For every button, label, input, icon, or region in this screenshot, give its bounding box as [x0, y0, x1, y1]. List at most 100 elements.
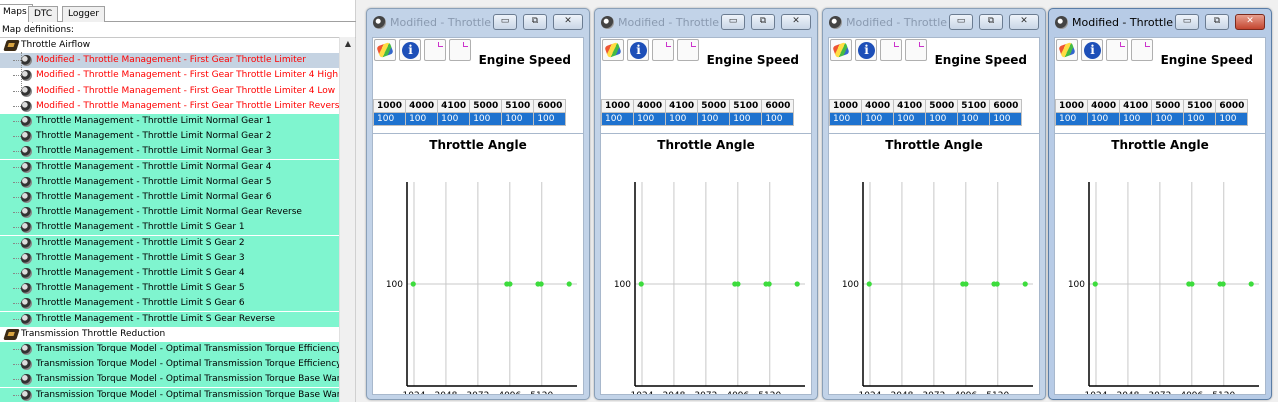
restore-button[interactable]: ⧉ [751, 14, 775, 30]
grid-value-row[interactable]: 100 100 100 100 100 100 [600, 112, 795, 126]
paint-icon[interactable] [830, 39, 852, 61]
grid-value-cell[interactable]: 100 [1151, 112, 1185, 126]
data-point[interactable] [866, 281, 872, 287]
data-point[interactable] [507, 281, 513, 287]
grid-value-cell[interactable]: 100 [1183, 112, 1217, 126]
map-grid[interactable]: 1000 4000 4100 5000 5100 6000 100 100 100 100 100… [828, 99, 1023, 126]
map-window[interactable]: Modified - Throttle ... ▭ ⧉ ✕ Engine Spe… [366, 8, 590, 400]
map-grid[interactable]: 1000 4000 4100 5000 5100 6000 100 100 100 100 100… [1054, 99, 1249, 126]
restore-button[interactable]: ⧉ [1205, 14, 1229, 30]
grid-value-cell[interactable]: 100 [533, 112, 567, 126]
data-point[interactable] [1248, 281, 1254, 287]
map-grid[interactable]: 1000 4000 4100 5000 5100 6000 100 100 100 100 100… [600, 99, 795, 126]
blank-document-icon[interactable] [677, 39, 699, 61]
minimize-button[interactable]: ▭ [721, 14, 745, 30]
tree-item[interactable]: Modified - Throttle Management - First G… [0, 84, 340, 99]
grid-value-cell[interactable]: 100 [729, 112, 763, 126]
close-button[interactable]: ✕ [781, 14, 811, 30]
tab-dtc[interactable]: DTC [28, 6, 59, 22]
grid-value-cell[interactable]: 100 [437, 112, 471, 126]
tree-item[interactable]: Throttle Management - Throttle Limit Nor… [0, 190, 340, 205]
tree-item[interactable]: Throttle Management - Throttle Limit S G… [0, 311, 340, 327]
info-icon[interactable] [855, 39, 877, 61]
grid-value-row[interactable]: 100 100 100 100 100 100 [828, 112, 1023, 126]
window-titlebar[interactable]: Modified - Throttle ... ▭ ⧉ ✕ [823, 9, 1045, 37]
blank-document-icon[interactable] [905, 39, 927, 61]
grid-value-cell[interactable]: 100 [1215, 112, 1249, 126]
tree-item[interactable]: Modified - Throttle Management - First G… [0, 53, 340, 69]
tree-item[interactable]: Throttle Management - Throttle Limit S G… [0, 250, 340, 266]
data-point[interactable] [538, 281, 544, 287]
data-point[interactable] [1189, 281, 1195, 287]
close-button[interactable]: ✕ [553, 14, 583, 30]
paint-icon[interactable] [1056, 39, 1078, 61]
tree-item[interactable]: Modified - Throttle Management - First G… [0, 99, 340, 114]
tree-item[interactable]: Throttle Management - Throttle Limit S G… [0, 235, 340, 251]
tree-group[interactable]: Transmission Throttle Reduction [0, 327, 340, 342]
data-point[interactable] [794, 281, 800, 287]
tree-item[interactable]: Throttle Management - Throttle Limit Nor… [0, 174, 340, 190]
blank-document-icon[interactable] [880, 39, 902, 61]
tree-item[interactable]: Transmission Torque Model - Optimal Tran… [0, 387, 340, 402]
minimize-button[interactable]: ▭ [493, 14, 517, 30]
data-point[interactable] [994, 281, 1000, 287]
tree-item[interactable]: Transmission Torque Model - Optimal Tran… [0, 357, 340, 373]
grid-value-cell[interactable]: 100 [957, 112, 991, 126]
restore-button[interactable]: ⧉ [523, 14, 547, 30]
grid-value-cell[interactable]: 100 [828, 112, 863, 126]
grid-value-cell[interactable]: 100 [989, 112, 1023, 126]
window-titlebar[interactable]: Modified - Throttle ... ▭ ⧉ ✕ [595, 9, 817, 37]
data-point[interactable] [410, 281, 416, 287]
minimize-button[interactable]: ▭ [1175, 14, 1199, 30]
tree-item[interactable]: Transmission Torque Model - Optimal Tran… [0, 372, 340, 388]
grid-value-cell[interactable]: 100 [925, 112, 959, 126]
tree-item[interactable]: Modified - Throttle Management - First G… [0, 68, 340, 83]
info-icon[interactable] [1081, 39, 1103, 61]
window-titlebar[interactable]: Modified - Throttle ... ▭ ⧉ ✕ [367, 9, 589, 37]
map-window[interactable]: Modified - Throttle ... ▭ ⧉ ✕ Engine Spe… [594, 8, 818, 400]
data-point[interactable] [1092, 281, 1098, 287]
blank-document-icon[interactable] [424, 39, 446, 61]
grid-value-cell[interactable]: 100 [1054, 112, 1089, 126]
data-point[interactable] [735, 281, 741, 287]
tree-item[interactable]: Throttle Management - Throttle Limit Nor… [0, 144, 340, 160]
grid-value-cell[interactable]: 100 [600, 112, 635, 126]
tree-item[interactable]: Throttle Management - Throttle Limit Nor… [0, 114, 340, 129]
grid-value-cell[interactable]: 100 [469, 112, 503, 126]
tree-item[interactable]: Throttle Management - Throttle Limit S G… [0, 281, 340, 297]
paint-icon[interactable] [374, 39, 396, 61]
tab-logger[interactable]: Logger [62, 6, 106, 22]
map-window[interactable]: Modified - Throttle ... ▭ ⧉ ✕ Engine Spe… [822, 8, 1046, 400]
tree-item[interactable]: Throttle Management - Throttle Limit Nor… [0, 159, 340, 175]
blank-document-icon[interactable] [449, 39, 471, 61]
data-point[interactable] [1022, 281, 1028, 287]
grid-value-cell[interactable]: 100 [697, 112, 731, 126]
close-button[interactable]: ✕ [1009, 14, 1039, 30]
data-point[interactable] [766, 281, 772, 287]
grid-value-cell[interactable]: 100 [1119, 112, 1153, 126]
blank-document-icon[interactable] [1106, 39, 1128, 61]
info-icon[interactable] [627, 39, 649, 61]
blank-document-icon[interactable] [1131, 39, 1153, 61]
tree-item[interactable]: Throttle Management - Throttle Limit S G… [0, 296, 340, 312]
window-titlebar[interactable]: Modified - Throttle ... ▭ ⧉ ✕ [1049, 9, 1271, 37]
map-grid[interactable]: 1000 4000 4100 5000 5100 6000 100 100 100 100 100… [372, 99, 567, 126]
close-button[interactable]: ✕ [1235, 14, 1265, 30]
grid-value-cell[interactable]: 100 [633, 112, 667, 126]
tree-group[interactable]: Throttle Airflow [0, 38, 340, 53]
tree-item[interactable]: Throttle Management - Throttle Limit S G… [0, 266, 340, 281]
data-point[interactable] [566, 281, 572, 287]
grid-value-cell[interactable]: 100 [372, 112, 407, 126]
paint-icon[interactable] [602, 39, 624, 61]
map-window[interactable]: Modified - Throttle ... ▭ ⧉ ✕ Engine Spe… [1048, 8, 1272, 400]
scroll-up-arrow-icon[interactable]: ▲ [340, 37, 356, 51]
grid-value-cell[interactable]: 100 [501, 112, 535, 126]
data-point[interactable] [638, 281, 644, 287]
restore-button[interactable]: ⧉ [979, 14, 1003, 30]
grid-value-cell[interactable]: 100 [1087, 112, 1121, 126]
grid-value-row[interactable]: 100 100 100 100 100 100 [372, 112, 567, 126]
grid-value-row[interactable]: 100 100 100 100 100 100 [1054, 112, 1249, 126]
blank-document-icon[interactable] [652, 39, 674, 61]
tree-scrollbar[interactable]: ▲ [339, 37, 355, 402]
tree-item[interactable]: Throttle Management - Throttle Limit S G… [0, 220, 340, 236]
